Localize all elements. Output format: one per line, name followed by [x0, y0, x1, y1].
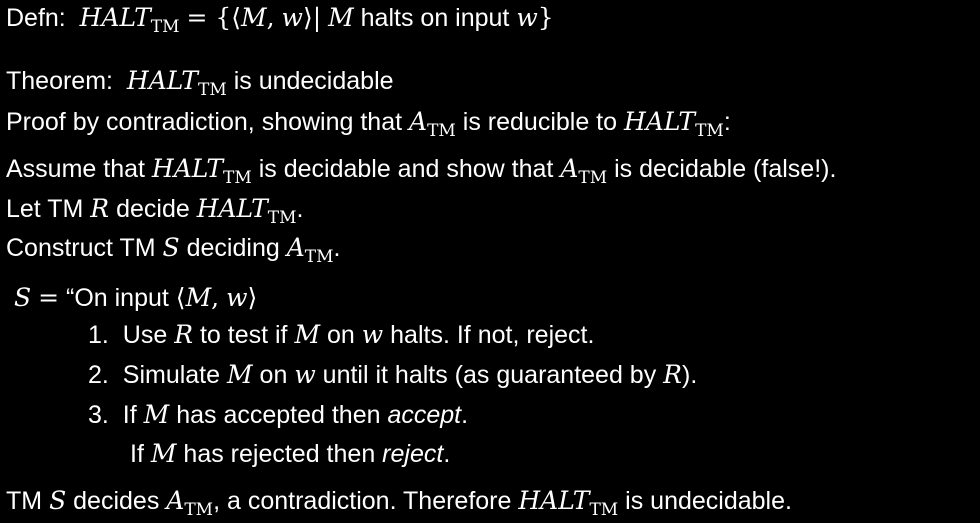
- theorem-line: Theorem: HALTTM is undecidable: [6, 66, 394, 100]
- let-text-2: decide: [116, 195, 190, 223]
- tm-subscript: TM: [223, 168, 252, 188]
- tm-subscript: TM: [150, 17, 180, 37]
- a-symbol: A: [286, 233, 305, 262]
- assume-line: Assume that HALTTM is decidable and show…: [6, 154, 837, 188]
- input-symbol: w: [226, 283, 248, 312]
- machine-symbol: M: [328, 3, 354, 32]
- machine-symbol: M: [150, 439, 177, 468]
- step-1-text-1: Use: [122, 321, 168, 349]
- let-line: Let TM R decide HALTTM.: [6, 194, 304, 228]
- defn-label: Defn:: [6, 4, 66, 32]
- r-symbol: R: [174, 320, 194, 349]
- assume-text-2: is decidable and show that: [258, 155, 554, 183]
- tm-subscript: TM: [427, 121, 456, 141]
- period: .: [333, 234, 341, 262]
- let-text-1: Let TM: [6, 195, 84, 223]
- a-symbol: A: [409, 107, 428, 136]
- equals-sign: =: [38, 283, 60, 312]
- step-2-text-4: ).: [682, 361, 698, 389]
- conclusion-text-2: decides: [73, 487, 160, 515]
- halt-symbol: HALT: [623, 107, 696, 136]
- conclusion-text-4: is undecidable.: [625, 487, 792, 515]
- step-number: 2.: [88, 361, 109, 389]
- construct-text-2: deciding: [186, 234, 280, 262]
- step-3-continuation: If M has rejected then reject.: [130, 439, 450, 469]
- period: .: [443, 440, 451, 468]
- step-1-text-3: on: [327, 321, 355, 349]
- input-symbol: w: [361, 320, 384, 349]
- halt-symbol: HALT: [79, 3, 151, 32]
- theorem-label: Theorem:: [6, 67, 113, 95]
- conclusion-text-3: , a contradiction. Therefore: [213, 487, 512, 515]
- halts-text: halts on input: [360, 4, 510, 32]
- tm-subscript: TM: [184, 500, 214, 520]
- step-3-text-2: has accepted then: [176, 401, 381, 429]
- input-symbol: w: [516, 3, 538, 32]
- set-open: = {⟨: [186, 3, 242, 32]
- tm-subscript: TM: [197, 80, 227, 100]
- step-number: 1.: [88, 321, 109, 349]
- halt-symbol: HALT: [196, 194, 268, 223]
- assume-text-3: is decidable (false!).: [614, 155, 837, 183]
- tm-subscript: TM: [695, 121, 724, 141]
- s-definition-text: “On input: [66, 284, 169, 312]
- machine-symbol: M: [241, 3, 267, 32]
- step-3b-text-1: If: [130, 440, 144, 468]
- comma: ,: [211, 283, 220, 312]
- s-symbol: S: [14, 283, 32, 312]
- a-symbol: A: [166, 486, 185, 515]
- step-2: 2. Simulate M on w until it halts (as gu…: [88, 360, 697, 390]
- step-1-text-2: to test if: [199, 321, 288, 349]
- input-symbol: w: [281, 3, 303, 32]
- angle-close: ⟩: [247, 283, 258, 312]
- halt-symbol: HALT: [518, 486, 590, 515]
- input-symbol: w: [294, 360, 316, 389]
- conclusion-line: TM S decides ATM, a contradiction. There…: [6, 486, 792, 520]
- step-number: 3.: [88, 401, 109, 429]
- machine-symbol: M: [143, 400, 170, 429]
- s-definition-line: S = “On input ⟨M, w⟩: [14, 283, 257, 313]
- tm-subscript: TM: [578, 168, 608, 188]
- s-symbol: S: [49, 486, 67, 515]
- period: .: [461, 401, 469, 429]
- comma: ,: [266, 3, 275, 32]
- proof-line: Proof by contradiction, showing that ATM…: [6, 107, 731, 141]
- step-2-text-3: until it halts (as guaranteed by: [322, 361, 657, 389]
- machine-symbol: M: [185, 283, 212, 312]
- step-2-text-2: on: [259, 361, 288, 389]
- construct-line: Construct TM S deciding ATM.: [6, 233, 341, 267]
- proof-text-1: Proof by contradiction, showing that: [6, 108, 403, 136]
- period: .: [296, 195, 304, 223]
- machine-symbol: M: [294, 320, 321, 349]
- machine-symbol: M: [226, 360, 253, 389]
- s-symbol: S: [162, 233, 180, 262]
- step-2-text-1: Simulate: [122, 361, 221, 389]
- colon: :: [723, 108, 731, 136]
- conclusion-text-1: TM: [6, 487, 43, 515]
- r-symbol: R: [90, 194, 110, 223]
- reject-word: reject: [382, 440, 444, 468]
- tm-subscript: TM: [589, 500, 619, 520]
- r-symbol: R: [663, 360, 682, 389]
- definition-line: Defn: HALTTM = {⟨M, w⟩| M halts on input…: [6, 3, 554, 37]
- step-1: 1. Use R to test if M on w halts. If not…: [88, 320, 594, 350]
- assume-text-1: Assume that: [6, 155, 145, 183]
- step-3: 3. If M has accepted then accept.: [88, 400, 468, 430]
- halt-symbol: HALT: [126, 66, 198, 95]
- accept-word: accept: [387, 401, 462, 429]
- step-3b-text-2: has rejected then: [183, 440, 376, 468]
- tm-subscript: TM: [304, 247, 334, 267]
- step-3-text-1: If: [122, 401, 137, 429]
- a-symbol: A: [560, 154, 579, 183]
- theorem-text: is undecidable: [233, 67, 394, 95]
- tm-subscript: TM: [267, 208, 297, 228]
- halt-symbol: HALT: [151, 154, 223, 183]
- construct-text-1: Construct TM: [6, 234, 156, 262]
- angle-open: ⟨: [175, 283, 186, 312]
- proof-text-2: is reducible to: [462, 108, 618, 136]
- set-close: }: [537, 3, 554, 32]
- step-1-text-4: halts. If not, reject.: [390, 321, 595, 349]
- set-bar: ⟩|: [302, 3, 322, 32]
